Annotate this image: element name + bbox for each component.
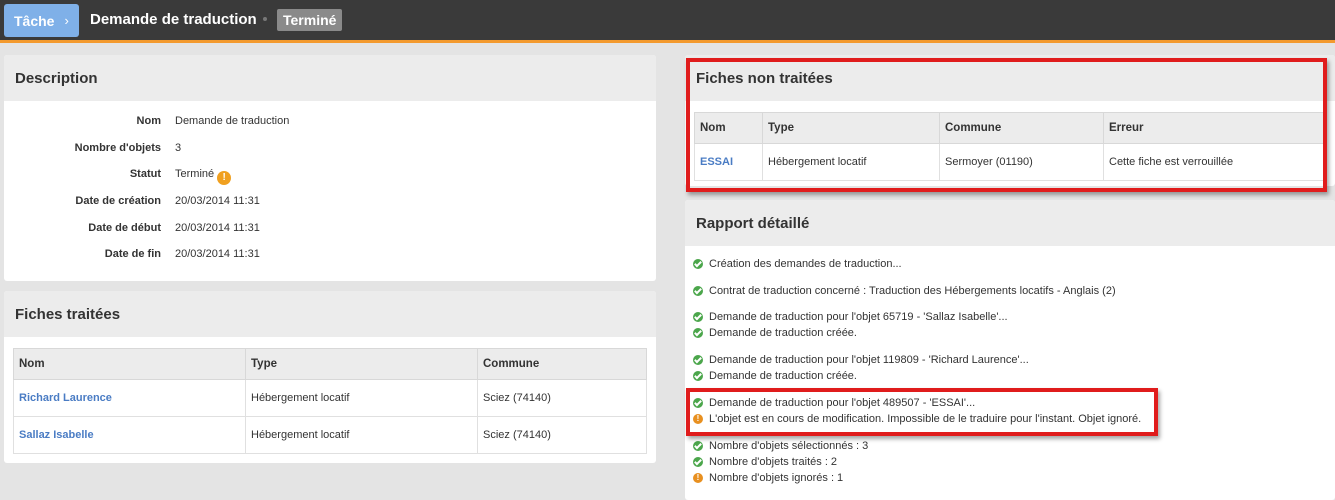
log-line: Création des demandes de traduction... (693, 258, 902, 270)
check-icon (693, 457, 703, 467)
table-header-row: Nom Type Commune (13, 348, 647, 380)
task-breadcrumb-button[interactable]: Tâche › (4, 4, 79, 37)
description-value: 20/03/2014 11:31 (175, 195, 260, 207)
table-cell: Sciez (74140) (477, 379, 647, 417)
log-text: Création des demandes de traduction... (709, 258, 902, 270)
page-title: Demande de traduction (90, 11, 257, 28)
processed-table: Nom Type Commune Richard Laurence Héberg… (13, 348, 647, 454)
description-label: Date de fin (104, 248, 161, 260)
column-header-commune: Commune (477, 348, 647, 380)
check-icon (693, 371, 703, 381)
status-badge: Terminé (277, 9, 343, 31)
log-line: Contrat de traduction concerné : Traduct… (693, 285, 1116, 297)
log-text: Nombre d'objets ignorés : 1 (709, 472, 844, 484)
log-text: Contrat de traduction concerné : Traduct… (709, 285, 1116, 297)
log-line: Demande de traduction créée. (693, 370, 857, 382)
log-line: Nombre d'objets traités : 2 (693, 456, 837, 468)
check-icon (693, 441, 703, 451)
log-line: ! Nombre d'objets ignorés : 1 (693, 472, 843, 484)
description-label: Nom (136, 115, 161, 127)
check-icon (693, 328, 703, 338)
table-cell: Hébergement locatif (245, 379, 478, 417)
table-row: Sallaz Isabelle Hébergement locatif Scie… (13, 416, 647, 454)
table-cell: Hébergement locatif (245, 416, 478, 454)
table-row: Richard Laurence Hébergement locatif Sci… (13, 379, 647, 417)
description-label: Date de création (75, 195, 161, 207)
separator-dot (263, 17, 267, 21)
description-panel: Description Nom Demande de traduction No… (4, 55, 656, 281)
status-value-text: Terminé (175, 168, 215, 180)
log-line: Demande de traduction créée. (693, 327, 857, 339)
highlight-box-error-log (686, 388, 1158, 436)
log-line: Demande de traduction pour l'objet 65719… (693, 311, 1008, 323)
record-link[interactable]: Sallaz Isabelle (13, 416, 246, 454)
description-label: Statut (129, 168, 161, 180)
log-line: Demande de traduction pour l'objet 11980… (693, 354, 1029, 366)
description-row-created: Date de création 20/03/2014 11:31 (4, 195, 656, 211)
check-icon (693, 355, 703, 365)
description-row-end: Date de fin 20/03/2014 11:31 (4, 248, 656, 264)
processed-panel: Fiches traitées Nom Type Commune Richard… (4, 291, 656, 463)
description-row-count: Nombre d'objets 3 (4, 142, 656, 158)
error-icon: ! (693, 473, 703, 483)
top-bar: Tâche › Demande de traduction Terminé (0, 0, 1335, 43)
log-text: Nombre d'objets traités : 2 (709, 456, 838, 468)
processed-heading: Fiches traitées (4, 291, 656, 337)
log-text: Demande de traduction créée. (709, 370, 857, 382)
record-link[interactable]: Richard Laurence (13, 379, 246, 417)
warning-icon: ! (217, 171, 232, 185)
description-value: 20/03/2014 11:31 (175, 248, 260, 260)
check-icon (693, 259, 703, 269)
description-value: 20/03/2014 11:31 (175, 222, 260, 234)
report-heading: Rapport détaillé (685, 200, 1335, 246)
log-text: Nombre d'objets sélectionnés : 3 (709, 440, 869, 452)
description-value: 3 (175, 142, 182, 154)
log-text: Demande de traduction pour l'objet 65719… (709, 311, 1008, 323)
description-value: Demande de traduction (175, 115, 290, 127)
task-label: Tâche (14, 12, 55, 29)
log-text: Demande de traduction créée. (709, 327, 857, 339)
description-row-status: Statut Terminé! (4, 168, 656, 185)
check-icon (693, 286, 703, 296)
description-row-start: Date de début 20/03/2014 11:31 (4, 222, 656, 238)
description-status-value: Terminé! (175, 168, 232, 185)
column-header-type: Type (245, 348, 478, 380)
chevron-right-icon: › (64, 13, 69, 28)
description-heading: Description (4, 55, 656, 101)
description-label: Nombre d'objets (74, 142, 161, 154)
log-line: Nombre d'objets sélectionnés : 3 (693, 440, 868, 452)
description-row-name: Nom Demande de traduction (4, 115, 656, 131)
highlight-box-unprocessed (686, 58, 1327, 192)
report-panel: Rapport détaillé Création des demandes d… (685, 200, 1335, 500)
table-cell: Sciez (74140) (477, 416, 647, 454)
column-header-nom: Nom (13, 348, 246, 380)
check-icon (693, 312, 703, 322)
log-text: Demande de traduction pour l'objet 11980… (709, 354, 1029, 366)
description-label: Date de début (88, 222, 161, 234)
